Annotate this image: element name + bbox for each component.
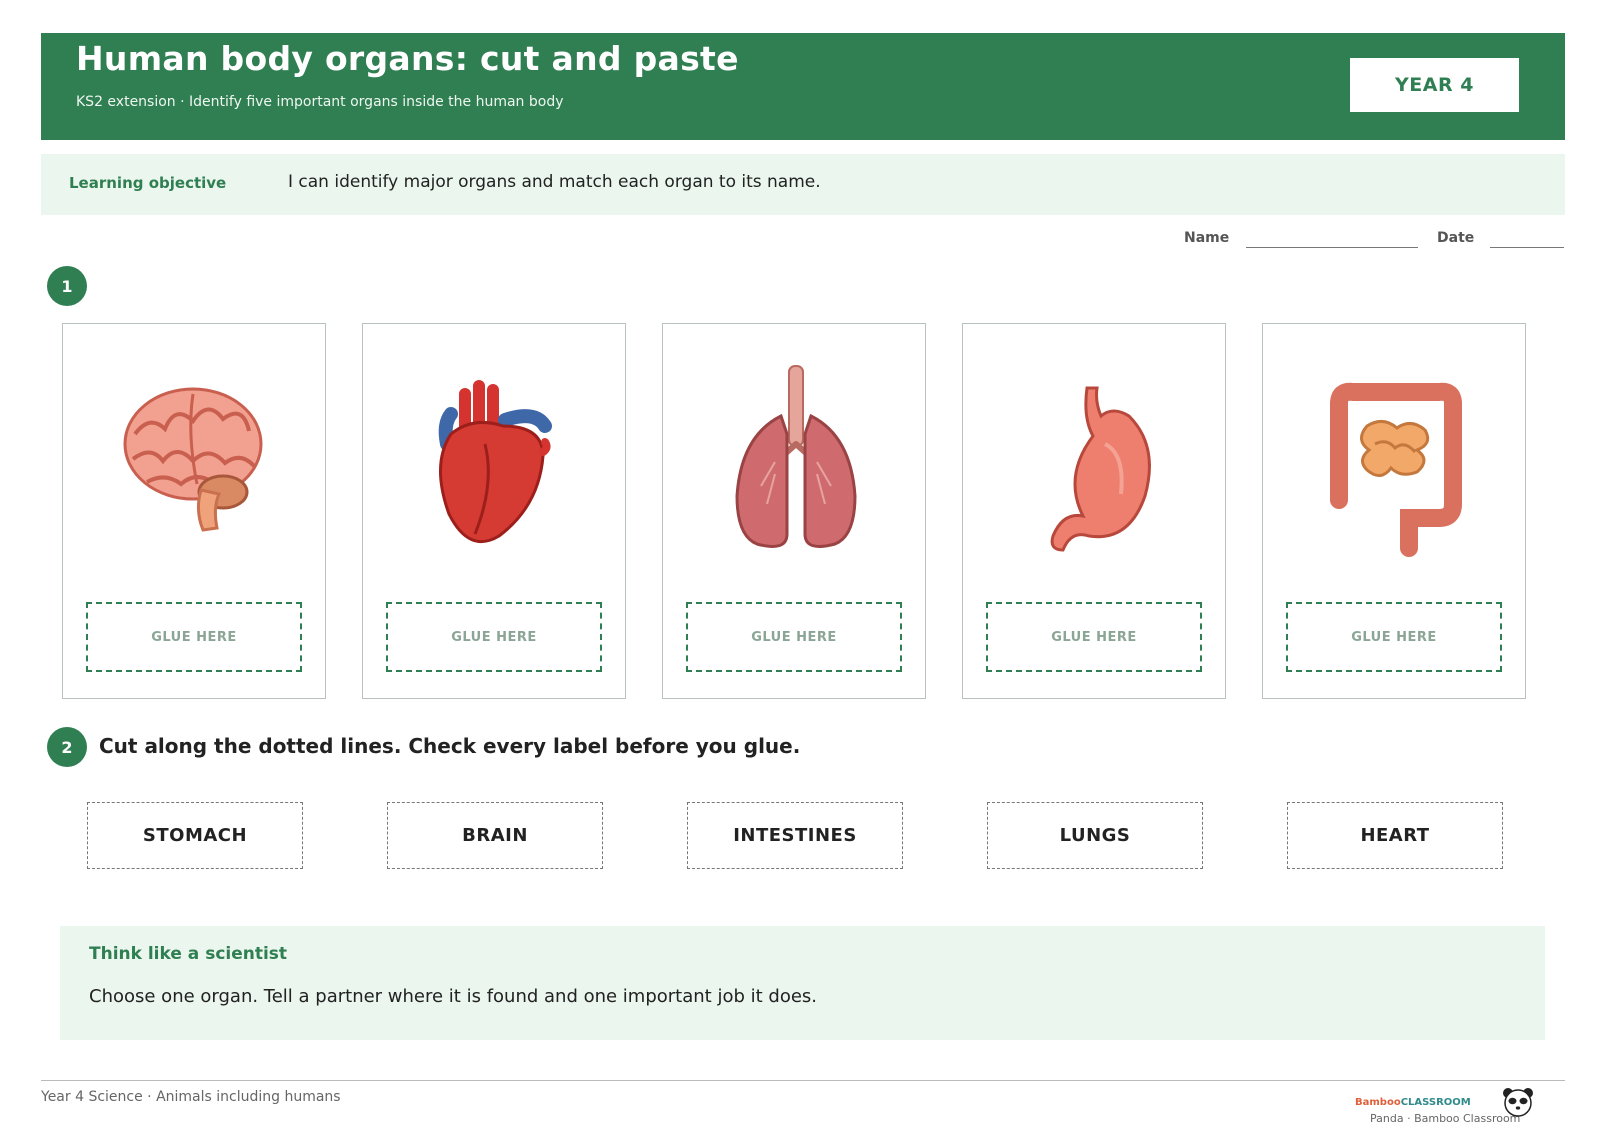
glue-here-zone[interactable]: GLUE HERE (686, 602, 902, 672)
step-1-badge: 1 (47, 266, 87, 306)
brand-logo: BambooCLASSROOM (1355, 1097, 1471, 1108)
footer-divider (41, 1080, 1565, 1081)
step-2-badge: 2 (47, 727, 87, 767)
cut-label-intestines[interactable]: INTESTINES (687, 802, 903, 869)
organ-card-stomach: GLUE HERE (962, 323, 1226, 699)
brain-icon (123, 387, 263, 532)
think-like-a-scientist-panel: Think like a scientist Choose one organ.… (60, 926, 1545, 1040)
brand-subtitle: Panda · Bamboo Classroom (1370, 1112, 1521, 1125)
intestines-icon (1330, 382, 1462, 557)
cut-label-lungs[interactable]: LUNGS (987, 802, 1203, 869)
cut-label-brain[interactable]: BRAIN (387, 802, 603, 869)
organ-card-brain: GLUE HERE (62, 323, 326, 699)
objective-text: I can identify major organs and match ea… (288, 172, 821, 192)
scientist-heading: Think like a scientist (89, 944, 288, 964)
lungs-icon (735, 365, 857, 548)
organ-card-heart: GLUE HERE (362, 323, 626, 699)
footer-course-label: Year 4 Science · Animals including human… (41, 1089, 341, 1105)
page-subtitle: KS2 extension · Identify five important … (76, 94, 564, 110)
stomach-icon (1050, 386, 1151, 552)
objective-label: Learning objective (69, 174, 227, 192)
date-label: Date (1437, 230, 1475, 246)
organ-card-lungs: GLUE HERE (662, 323, 926, 699)
worksheet-header: Human body organs: cut and paste KS2 ext… (41, 33, 1565, 140)
glue-here-zone[interactable]: GLUE HERE (1286, 602, 1502, 672)
page-title: Human body organs: cut and paste (76, 39, 739, 78)
cut-label-stomach[interactable]: STOMACH (87, 802, 303, 869)
heart-icon (438, 380, 552, 544)
scientist-prompt: Choose one organ. Tell a partner where i… (89, 986, 818, 1007)
organ-card-intestines: GLUE HERE (1262, 323, 1526, 699)
name-label: Name (1184, 230, 1230, 246)
cut-label-heart[interactable]: HEART (1287, 802, 1503, 869)
year-badge: YEAR 4 (1350, 58, 1519, 112)
panda-icon (1503, 1088, 1533, 1117)
name-field[interactable] (1246, 247, 1418, 248)
date-field[interactable] (1490, 247, 1564, 248)
glue-here-zone[interactable]: GLUE HERE (86, 602, 302, 672)
step-2-instruction: Cut along the dotted lines. Check every … (99, 734, 801, 758)
glue-here-zone[interactable]: GLUE HERE (986, 602, 1202, 672)
learning-objective-panel: Learning objective I can identify major … (41, 154, 1565, 215)
glue-here-zone[interactable]: GLUE HERE (386, 602, 602, 672)
